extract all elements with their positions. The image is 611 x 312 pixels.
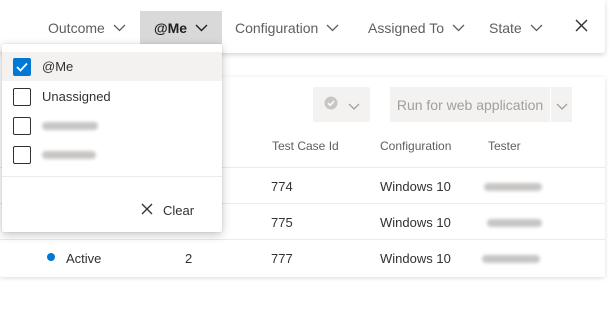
assigned-to-dropdown: @Me Unassigned Clear bbox=[2, 44, 222, 232]
user-name-redacted bbox=[42, 121, 98, 130]
column-header-configuration[interactable]: Configuration bbox=[380, 139, 451, 153]
configuration-cell: Windows 10 bbox=[380, 215, 451, 230]
dropdown-divider bbox=[2, 176, 222, 177]
order-cell: 2 bbox=[185, 251, 193, 266]
close-icon bbox=[575, 19, 588, 35]
run-web-app-button[interactable]: Run for web application bbox=[390, 87, 550, 122]
option-label: Unassigned bbox=[42, 89, 111, 104]
filter-assigned-me[interactable]: @Me bbox=[140, 11, 222, 44]
dropdown-option-me[interactable]: @Me bbox=[2, 52, 222, 81]
clear-button[interactable]: Clear bbox=[141, 200, 194, 220]
chevron-down-icon bbox=[556, 97, 568, 113]
status-check-icon bbox=[324, 96, 338, 113]
checkbox[interactable] bbox=[13, 116, 31, 135]
configuration-cell: Windows 10 bbox=[380, 251, 451, 266]
checkbox[interactable] bbox=[13, 87, 31, 106]
chevron-down-icon bbox=[326, 24, 339, 32]
chevron-down-icon bbox=[452, 24, 465, 32]
column-header-test-case-id[interactable]: Test Case Id bbox=[272, 139, 339, 153]
filter-me-label: @Me bbox=[153, 19, 188, 36]
chevron-down-icon bbox=[195, 24, 208, 32]
tester-redacted bbox=[484, 183, 542, 191]
checkbox[interactable] bbox=[13, 145, 31, 164]
clear-label: Clear bbox=[163, 202, 195, 218]
configuration-cell: Windows 10 bbox=[380, 179, 451, 194]
chevron-down-icon bbox=[113, 24, 126, 32]
filter-configuration[interactable]: Configuration bbox=[227, 11, 347, 44]
checkmark-icon bbox=[16, 59, 28, 75]
mark-outcome-button[interactable] bbox=[313, 87, 370, 122]
dropdown-option-unassigned[interactable]: Unassigned bbox=[2, 82, 222, 111]
option-label: @Me bbox=[42, 59, 74, 74]
clear-icon bbox=[141, 203, 153, 218]
checkbox[interactable] bbox=[13, 57, 31, 76]
filter-state[interactable]: State bbox=[481, 11, 551, 44]
test-case-id-cell: 774 bbox=[271, 179, 293, 194]
tester-redacted bbox=[487, 219, 542, 227]
filter-outcome-label: Outcome bbox=[48, 19, 105, 36]
close-filter-button[interactable] bbox=[570, 16, 592, 38]
filter-assigned-to-label: Assigned To bbox=[368, 19, 445, 36]
run-options-button[interactable] bbox=[551, 87, 572, 122]
test-case-id-cell: 777 bbox=[271, 251, 293, 266]
state-cell: Active bbox=[66, 251, 102, 266]
dropdown-option-user[interactable] bbox=[2, 140, 222, 169]
test-case-id-cell: 775 bbox=[271, 215, 293, 230]
filter-outcome[interactable]: Outcome bbox=[40, 11, 134, 44]
chevron-down-icon bbox=[530, 24, 543, 32]
user-name-redacted bbox=[42, 150, 96, 159]
dropdown-option-user[interactable] bbox=[2, 111, 222, 140]
filter-configuration-label: Configuration bbox=[235, 19, 319, 36]
chevron-down-icon bbox=[348, 97, 360, 113]
tester-redacted bbox=[482, 255, 540, 263]
filter-assigned-to[interactable]: Assigned To bbox=[360, 11, 473, 44]
row-divider bbox=[0, 239, 605, 240]
column-header-tester[interactable]: Tester bbox=[488, 139, 521, 153]
filter-state-label: State bbox=[489, 19, 522, 36]
status-dot-icon bbox=[47, 253, 55, 261]
